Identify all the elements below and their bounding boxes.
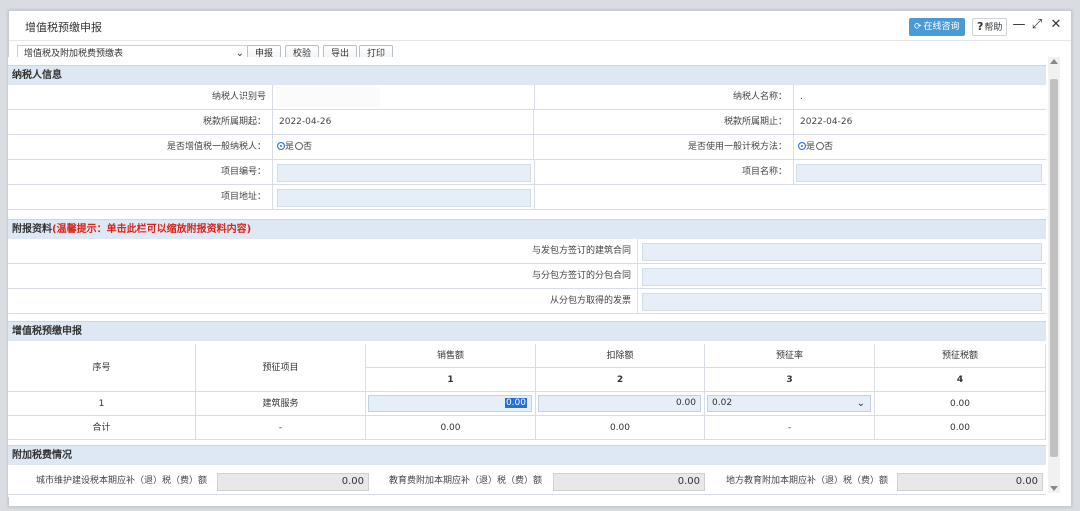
- attachment-label-2: 与分包方签订的分包合同: [8, 264, 638, 289]
- attachment-row-3: 从分包方取得的发票: [8, 289, 1046, 314]
- vat-section-header: 增值税预缴申报: [8, 321, 1046, 341]
- period-end-value: 2022-04-26: [800, 117, 853, 127]
- general-method-radio-group: 是否: [794, 135, 994, 160]
- window-title: 增值税预缴申报: [25, 21, 102, 34]
- radio-yes-label: 是: [806, 142, 816, 152]
- total-sales: 0.00: [366, 416, 536, 440]
- project-addr-input[interactable]: [277, 189, 531, 207]
- taxpayer-name-label: 纳税人名称：: [535, 85, 794, 110]
- urban-tax-input[interactable]: 0.00: [217, 473, 369, 491]
- attachment-input-2[interactable]: [642, 268, 1042, 286]
- attachment-label-3: 从分包方取得的发票: [8, 289, 638, 314]
- question-icon: ?: [977, 20, 984, 33]
- taxpayer-row-4: 项目编号： 项目名称：: [8, 160, 1046, 185]
- col-header-deduction: 扣除额: [536, 344, 705, 368]
- scroll-thumb[interactable]: [1050, 79, 1058, 457]
- radio-no-label: 否: [303, 142, 313, 152]
- row-item: 建筑服务: [196, 392, 366, 416]
- col-header-sales: 销售额: [366, 344, 536, 368]
- row-seq: 1: [8, 392, 196, 416]
- attachment-row-1: 与发包方签订的建筑合同: [8, 239, 1046, 264]
- local-edu-surcharge-label: 地方教育附加本期应补（退）税（费）额: [725, 476, 888, 486]
- help-label: 帮助: [984, 23, 1003, 33]
- row-deduction-cell: 0.00: [536, 392, 705, 416]
- radio-no[interactable]: [295, 142, 304, 150]
- taxpayer-id-value: [276, 87, 380, 107]
- col-number-2: 2: [536, 368, 705, 392]
- project-name-input[interactable]: [796, 164, 1042, 182]
- refresh-icon: ⟳: [914, 22, 922, 32]
- scroll-up-arrow-icon[interactable]: [1050, 59, 1058, 64]
- sales-input[interactable]: 0.00: [368, 395, 532, 412]
- row-rate-cell: 0.02 ⌄: [705, 392, 875, 416]
- col-number-4: 4: [875, 368, 1046, 392]
- col-header-tax: 预征税额: [875, 344, 1046, 368]
- surcharge-section-header: 附加税费情况: [8, 445, 1046, 465]
- col-header-item: 预征项目: [196, 344, 366, 392]
- radio-no[interactable]: [816, 142, 825, 150]
- help-button[interactable]: ?帮助: [972, 18, 1008, 36]
- rate-select[interactable]: 0.02 ⌄: [707, 395, 871, 412]
- radio-yes-selected[interactable]: [277, 142, 285, 150]
- attachments-tip: (温馨提示：单击此栏可以缩放附报资料内容): [52, 224, 252, 235]
- sales-input-value: 0.00: [504, 398, 527, 408]
- general-method-label: 是否使用一般计税方法：: [535, 135, 794, 160]
- attachment-input-1[interactable]: [642, 243, 1042, 261]
- period-start-value: 2022-04-26: [273, 110, 534, 135]
- online-consult-label: 在线咨询: [923, 22, 960, 32]
- close-icon[interactable]: ✕: [1048, 16, 1064, 34]
- attachment-label-1: 与发包方签订的建筑合同: [8, 239, 638, 264]
- urban-tax-label: 城市维护建设税本期应补（退）税（费）额: [35, 476, 207, 486]
- title-bar: 增值税预缴申报 ⟳ 在线咨询 ?帮助 — ⤢ ✕: [9, 11, 1071, 41]
- vertical-scrollbar[interactable]: [1048, 57, 1060, 493]
- project-addr-label: 项目地址：: [8, 185, 273, 210]
- rate-select-value: 0.02: [712, 398, 733, 408]
- edu-surcharge-input[interactable]: 0.00: [553, 473, 705, 491]
- general-taxpayer-label: 是否增值税一般纳税人：: [8, 135, 273, 160]
- col-header-seq: 序号: [8, 344, 196, 392]
- col-number-3: 3: [705, 368, 875, 392]
- attachment-input-3[interactable]: [642, 293, 1042, 311]
- taxpayer-row-3: 是否增值税一般纳税人： 是否 是否使用一般计税方法： 是否: [8, 135, 1046, 160]
- row-tax: 0.00: [875, 392, 1046, 416]
- minimize-icon[interactable]: —: [1011, 16, 1027, 34]
- scroll-down-arrow-icon[interactable]: [1050, 486, 1058, 491]
- attachments-section-header[interactable]: 附报资料(温馨提示：单击此栏可以缩放附报资料内容): [8, 219, 1046, 239]
- attachments-title: 附报资料: [12, 224, 52, 235]
- total-item: -: [196, 416, 366, 440]
- total-deduction: 0.00: [536, 416, 705, 440]
- taxpayer-row-2: 税款所属期起： 2022-04-26 税款所属期止： 2022-04-26: [8, 110, 1046, 135]
- col-header-rate: 预征率: [705, 344, 875, 368]
- deduction-input[interactable]: 0.00: [538, 395, 701, 412]
- radio-yes-selected[interactable]: [798, 142, 806, 150]
- col-number-1: 1: [366, 368, 536, 392]
- maximize-icon[interactable]: ⤢: [1029, 16, 1045, 34]
- attachment-row-2: 与分包方签订的分包合同: [8, 264, 1046, 289]
- period-start-label: 税款所属期起：: [8, 110, 273, 135]
- row-divider: [534, 185, 535, 210]
- taxpayer-row-5: 项目地址：: [8, 185, 1046, 210]
- total-label: 合计: [8, 416, 196, 440]
- local-edu-surcharge-input[interactable]: 0.00: [897, 473, 1043, 491]
- form-content: 纳税人信息 纳税人识别号 纳税人名称： . 税款所属期起： 2022-04-26…: [8, 57, 1046, 497]
- project-no-label: 项目编号：: [8, 160, 273, 185]
- taxpayer-name-value: .: [800, 92, 803, 102]
- row-sales-cell: 0.00: [366, 392, 536, 416]
- radio-yes-label: 是: [285, 142, 295, 152]
- project-name-label: 项目名称：: [535, 160, 794, 185]
- surcharge-row: 城市维护建设税本期应补（退）税（费）额 0.00 教育费附加本期应补（退）税（费…: [8, 467, 1046, 495]
- radio-no-label: 否: [824, 142, 834, 152]
- period-end-label: 税款所属期止：: [535, 110, 794, 135]
- taxpayer-section-header: 纳税人信息: [8, 65, 1046, 85]
- general-taxpayer-radio-group: 是否: [273, 135, 534, 160]
- total-tax: 0.00: [875, 416, 1046, 440]
- taxpayer-id-label: 纳税人识别号: [8, 85, 273, 110]
- edu-surcharge-label: 教育费附加本期应补（退）税（费）额: [388, 476, 542, 486]
- project-no-input[interactable]: [277, 164, 531, 182]
- chevron-down-icon: ⌄: [856, 398, 865, 409]
- online-consult-button[interactable]: ⟳ 在线咨询: [909, 18, 965, 36]
- taxpayer-row-1: 纳税人识别号 纳税人名称： .: [8, 85, 1046, 110]
- total-rate: -: [705, 416, 875, 440]
